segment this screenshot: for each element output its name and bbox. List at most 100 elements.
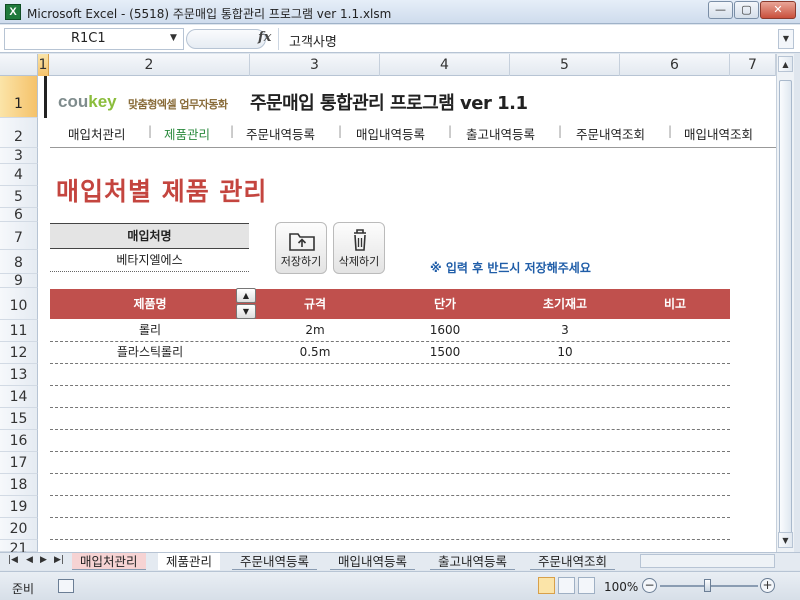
row-header[interactable]: 4 xyxy=(0,164,38,186)
row-header[interactable]: 2 xyxy=(0,118,38,148)
sheet-tab-order-register[interactable]: 주문내역등록 xyxy=(232,553,318,570)
scroll-up-icon[interactable]: ▲ xyxy=(778,56,793,72)
row-header[interactable]: 21 xyxy=(0,540,38,552)
minimize-button[interactable]: — xyxy=(708,1,733,19)
fx-icon[interactable]: fx xyxy=(258,30,271,45)
sheet-tab-product[interactable]: 제품관리 xyxy=(158,553,221,570)
table-row[interactable]: 롤리 2m 1600 3 xyxy=(50,320,730,342)
cell-initial-stock[interactable]: 10 xyxy=(510,342,620,363)
worksheet[interactable]: 1 2 3 4 5 6 7 1 2 3 4 5 6 7 8 9 10 11 12… xyxy=(0,54,776,552)
horizontal-scrollbar[interactable] xyxy=(640,554,775,568)
scroll-down-icon[interactable]: ▼ xyxy=(778,532,793,548)
table-row[interactable] xyxy=(50,496,730,518)
save-button[interactable]: 저장하기 xyxy=(275,222,327,274)
column-header[interactable]: 4 xyxy=(380,54,510,76)
cell-price[interactable]: 1600 xyxy=(380,320,510,341)
row-header[interactable]: 19 xyxy=(0,496,38,518)
row-header[interactable]: 3 xyxy=(0,148,38,164)
table-row[interactable]: 플라스틱롤리 0.5m 1500 10 xyxy=(50,342,730,364)
nav-item-order-register[interactable]: 주문내역등록 xyxy=(246,124,315,143)
table-row[interactable] xyxy=(50,518,730,540)
first-sheet-icon[interactable]: |◀ xyxy=(8,555,18,565)
last-sheet-icon[interactable]: ▶| xyxy=(54,555,64,565)
restore-button[interactable]: ▢ xyxy=(734,1,759,19)
row-header[interactable]: 16 xyxy=(0,430,38,452)
sort-up-icon[interactable]: ▲ xyxy=(236,288,256,303)
table-row[interactable] xyxy=(50,430,730,452)
expand-formula-icon[interactable]: ▼ xyxy=(778,29,794,49)
cell-note[interactable] xyxy=(620,342,730,363)
table-row[interactable] xyxy=(50,364,730,386)
column-header[interactable]: 1 xyxy=(38,54,49,76)
nav-item-supplier[interactable]: 매입처관리 xyxy=(68,124,126,143)
cell-initial-stock[interactable]: 3 xyxy=(510,320,620,341)
cell-product-name[interactable]: 롤리 xyxy=(50,320,250,341)
row-header[interactable]: 20 xyxy=(0,518,38,540)
zoom-in-icon[interactable]: + xyxy=(760,578,775,593)
row-header[interactable]: 11 xyxy=(0,320,38,342)
row-header[interactable]: 6 xyxy=(0,208,38,222)
next-sheet-icon[interactable]: ▶ xyxy=(40,555,47,565)
sheet-tab-order-query[interactable]: 주문내역조회 xyxy=(530,553,616,570)
column-header[interactable]: 6 xyxy=(620,54,730,76)
row-header[interactable]: 13 xyxy=(0,364,38,386)
row-header[interactable]: 15 xyxy=(0,408,38,430)
column-header[interactable]: 3 xyxy=(250,54,380,76)
formula-input[interactable]: 고객사명 xyxy=(278,28,776,50)
cell-price[interactable]: 1500 xyxy=(380,342,510,363)
status-bar: 준비 100% − + xyxy=(0,571,800,600)
nav-item-order-query[interactable]: 주문내역조회 xyxy=(576,124,645,143)
row-header[interactable]: 12 xyxy=(0,342,38,364)
sort-spinner[interactable]: ▲ ▼ xyxy=(236,288,256,320)
row-header[interactable]: 8 xyxy=(0,250,38,274)
program-title: 주문매입 통합관리 프로그램 ver 1.1 xyxy=(250,93,528,114)
column-header[interactable]: 5 xyxy=(510,54,620,76)
sort-down-icon[interactable]: ▼ xyxy=(236,304,256,319)
status-ready: 준비 xyxy=(12,582,35,596)
nav-item-product[interactable]: 제품관리 xyxy=(164,124,210,143)
nav-item-shipment-register[interactable]: 출고내역등록 xyxy=(466,124,535,143)
brand-tagline: 맞춤형엑셀 업무자동화 xyxy=(128,98,228,111)
zoom-level[interactable]: 100% xyxy=(604,580,638,594)
row-header[interactable]: 18 xyxy=(0,474,38,496)
supplier-value[interactable]: 베타지엘에스 xyxy=(50,250,249,272)
column-header[interactable]: 2 xyxy=(49,54,250,76)
cell-note[interactable] xyxy=(620,320,730,341)
close-button[interactable]: ✕ xyxy=(760,1,796,19)
scroll-thumb[interactable] xyxy=(779,80,792,540)
table-row[interactable] xyxy=(50,452,730,474)
table-row[interactable] xyxy=(50,408,730,430)
sheet-tab-shipment-register[interactable]: 출고내역등록 xyxy=(430,553,516,570)
chevron-down-icon[interactable]: ▼ xyxy=(170,33,177,43)
normal-view-icon[interactable] xyxy=(538,577,555,594)
macro-record-icon[interactable] xyxy=(58,579,74,593)
select-all-corner[interactable] xyxy=(0,54,38,76)
zoom-out-icon[interactable]: − xyxy=(642,578,657,593)
nav-separator: | xyxy=(338,124,343,138)
page-break-view-icon[interactable] xyxy=(578,577,595,594)
name-box[interactable]: R1C1 xyxy=(4,28,184,50)
sheet-tab-purchase-register[interactable]: 매입내역등록 xyxy=(330,553,416,570)
row-header[interactable]: 17 xyxy=(0,452,38,474)
delete-button[interactable]: 삭제하기 xyxy=(333,222,385,274)
vertical-scrollbar[interactable]: ▲ ▼ xyxy=(776,54,794,552)
row-header[interactable]: 7 xyxy=(0,222,38,250)
row-header[interactable]: 14 xyxy=(0,386,38,408)
table-row[interactable] xyxy=(50,386,730,408)
row-header[interactable]: 10 xyxy=(0,288,38,320)
cell-spec[interactable]: 0.5m xyxy=(250,342,380,363)
sheet-tab-supplier[interactable]: 매입처관리 xyxy=(72,553,146,570)
page-layout-view-icon[interactable] xyxy=(558,577,575,594)
excel-icon[interactable]: X xyxy=(5,4,21,20)
cell-spec[interactable]: 2m xyxy=(250,320,380,341)
row-header[interactable]: 5 xyxy=(0,186,38,208)
column-header[interactable]: 7 xyxy=(730,54,776,76)
row-header[interactable]: 9 xyxy=(0,274,38,288)
nav-item-purchase-query[interactable]: 매입내역조회 xyxy=(684,124,753,143)
prev-sheet-icon[interactable]: ◀ xyxy=(26,555,33,565)
cell-product-name[interactable]: 플라스틱롤리 xyxy=(50,342,250,363)
row-header[interactable]: 1 xyxy=(0,76,38,118)
table-row[interactable] xyxy=(50,474,730,496)
zoom-thumb[interactable] xyxy=(704,579,711,592)
nav-item-purchase-register[interactable]: 매입내역등록 xyxy=(356,124,425,143)
